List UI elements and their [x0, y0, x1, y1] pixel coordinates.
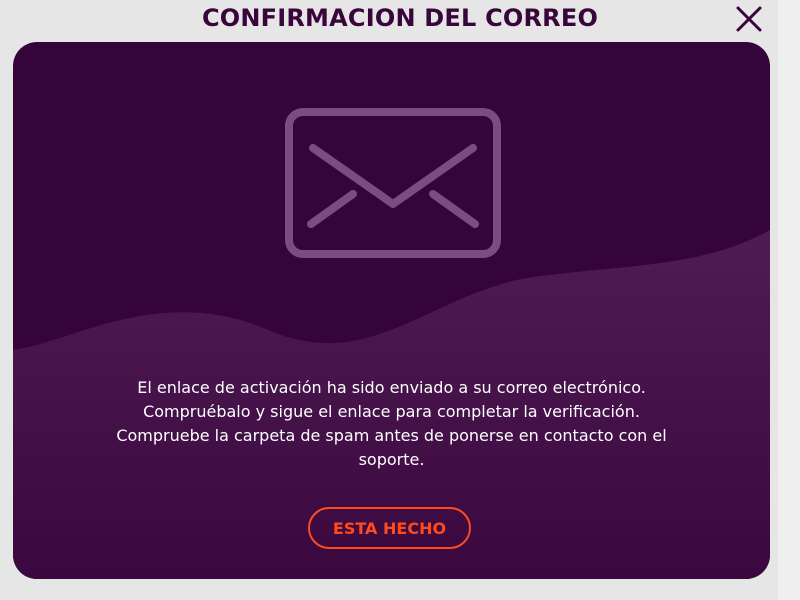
- confirmation-panel: El enlace de activación ha sido enviado …: [13, 42, 770, 579]
- done-button[interactable]: ESTA HECHO: [308, 507, 471, 549]
- message-line: El enlace de activación ha sido enviado …: [137, 378, 646, 397]
- modal-header: CONFIRMACION DEL CORREO: [0, 0, 800, 40]
- confirmation-message: El enlace de activación ha sido enviado …: [53, 376, 730, 472]
- message-line: Compruébalo y sigue el enlace para compl…: [143, 402, 640, 421]
- envelope-icon: [285, 108, 501, 258]
- email-confirmation-modal: CONFIRMACION DEL CORREO El enlace de act…: [0, 0, 800, 600]
- close-button[interactable]: [734, 4, 764, 34]
- message-line: soporte.: [358, 450, 425, 469]
- modal-title: CONFIRMACION DEL CORREO: [201, 4, 599, 32]
- close-icon: [736, 6, 762, 32]
- message-line: Compruebe la carpeta de spam antes de po…: [116, 426, 667, 445]
